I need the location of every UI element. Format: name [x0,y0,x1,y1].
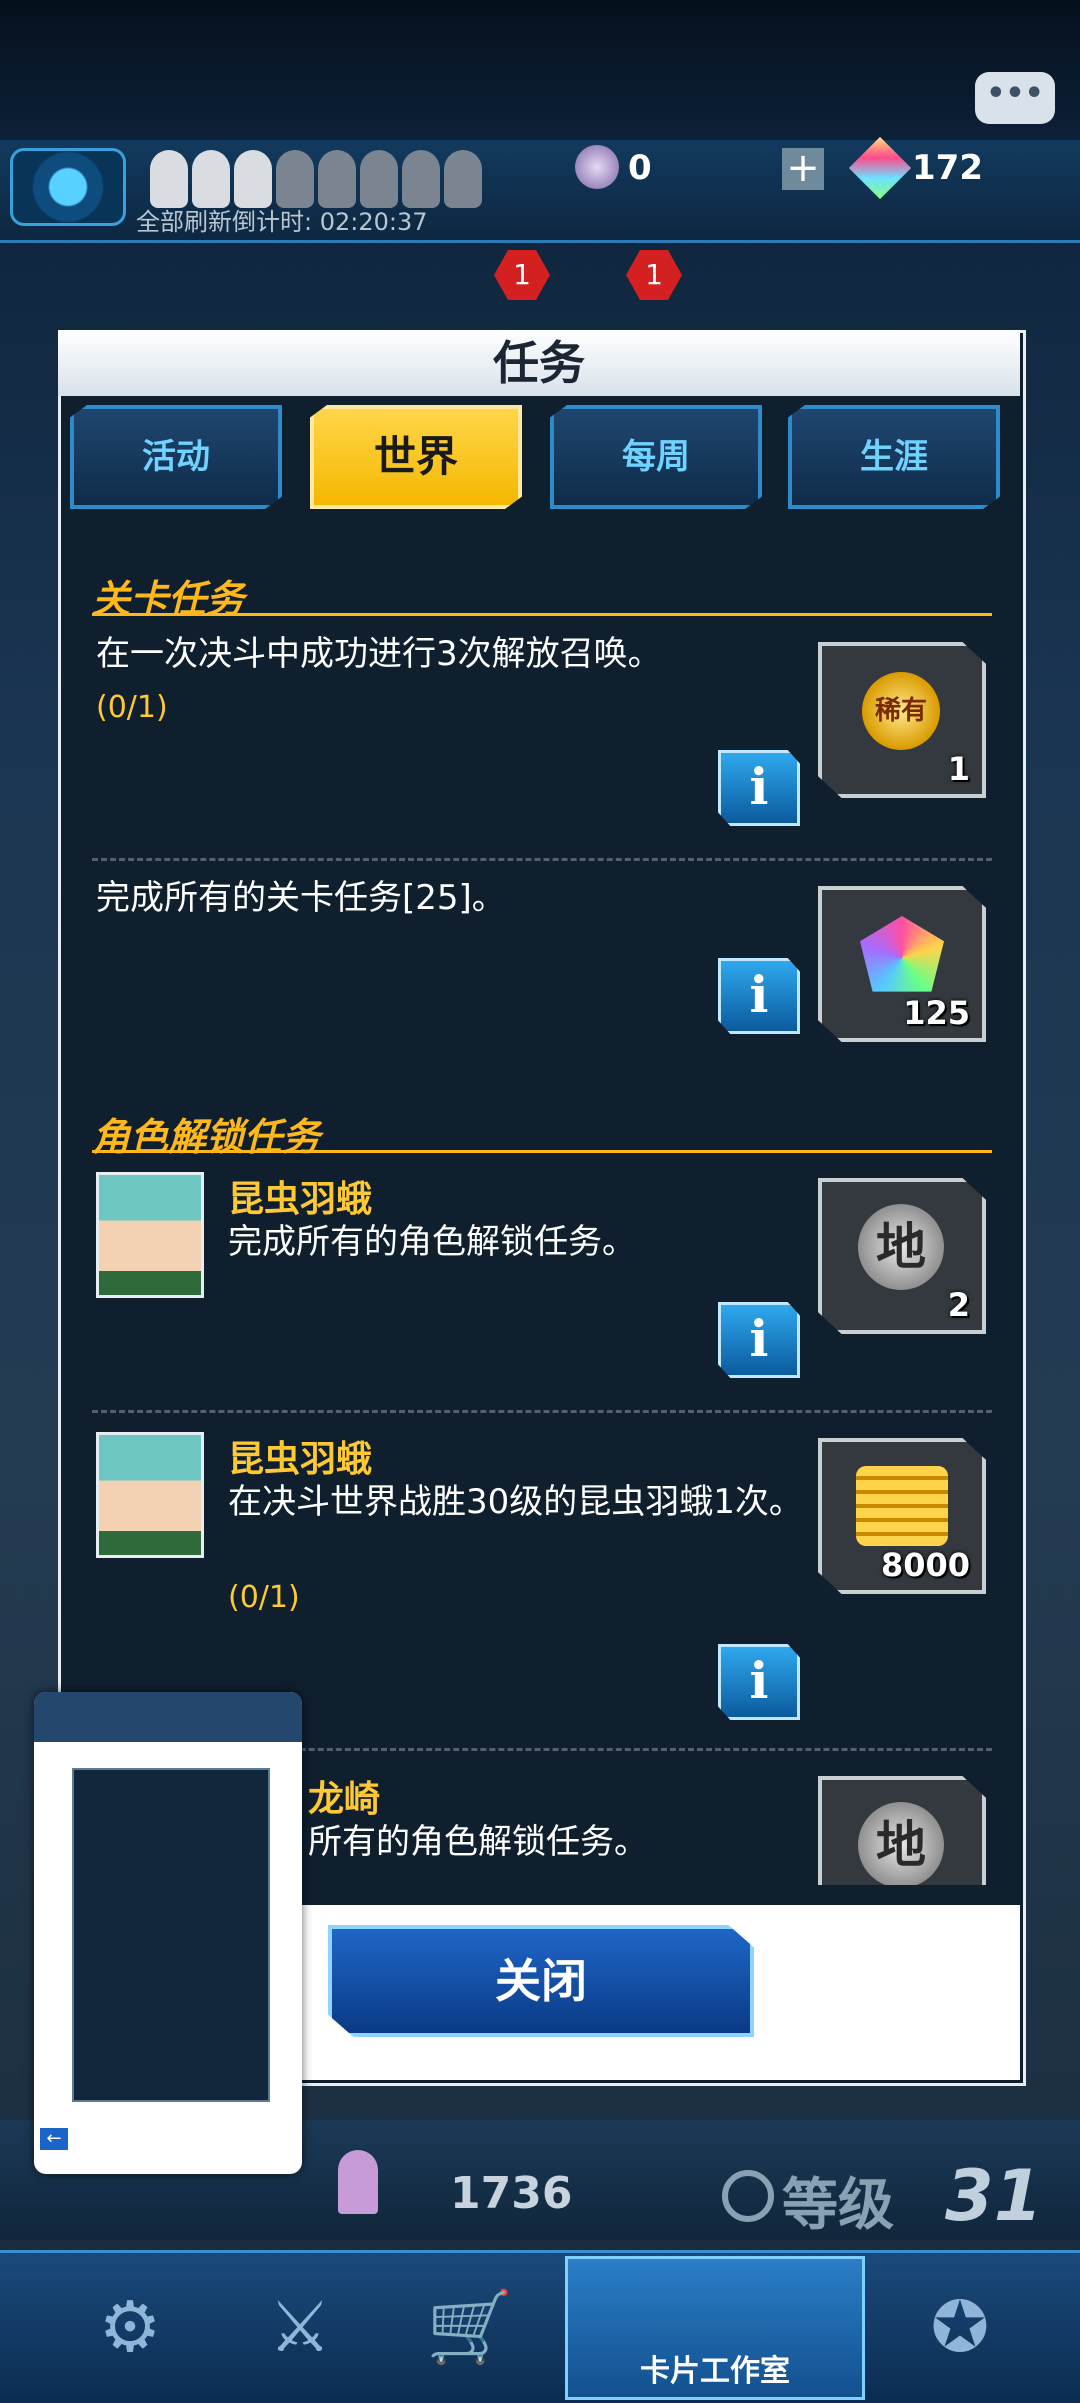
duelist-crowd-icons [150,150,482,208]
nav-label-card-studio: 卡片工作室 [640,2354,790,2389]
mission-separator [92,858,992,861]
orb-currency-value: 0 [628,148,652,188]
mission-description: 完成所有的关卡任务[25]。 [96,878,506,918]
character-portrait [96,1172,204,1298]
chat-icon[interactable]: ••• [975,72,1055,124]
crystal-gem-icon [860,916,944,992]
reward-box[interactable]: 125 [818,886,986,1042]
reward-box[interactable]: 地 [818,1776,986,1885]
shop-cart-icon[interactable]: 🛒 [400,2262,540,2392]
tab-weekly[interactable]: 每周 [550,405,762,509]
reward-quantity: 1 [947,750,970,788]
character-name: 昆虫羽蛾 [228,1439,373,1480]
mission-description: 在决斗世界战胜30级的昆虫羽蛾1次。 [228,1482,803,1522]
mission-progress: (0/1) [96,690,168,725]
world-globe-icon[interactable] [10,148,126,226]
notification-badge: 1 [494,250,550,300]
mission-progress: (0/1) [228,1580,300,1615]
dialog-title: 任务 [493,336,585,390]
reward-box[interactable]: 稀有 1 [818,642,986,798]
person-icon [444,150,482,208]
earth-attribute-icon: 地 [858,1204,944,1290]
gear-icon[interactable]: ⚙ [60,2262,200,2392]
level-value: 31 [945,2155,1043,2237]
mission-description: 完成所有的角色解锁任务。 [228,1222,636,1262]
mission-tabs: 活动 世界 每周 生涯 [70,405,1010,515]
refresh-icon [722,2170,774,2222]
orb-currency-icon [575,145,619,189]
key-icon [338,2150,378,2214]
mission-description: 在一次决斗中成功进行3次解放召唤。 [96,634,662,674]
status-bar [0,0,1080,140]
character-portrait [96,1432,204,1558]
player-count-value: 1736 [450,2168,573,2219]
refresh-countdown: 全部刷新倒计时: 02:20:37 [136,208,428,236]
guild-emblem-icon[interactable]: ✪ [890,2262,1030,2392]
reward-quantity: 125 [903,994,970,1032]
section-divider [92,1150,992,1153]
gold-coins-icon [856,1466,948,1546]
close-button[interactable]: 关闭 [328,1925,754,2037]
reward-box[interactable]: 8000 [818,1438,986,1594]
person-icon [402,150,440,208]
tab-event[interactable]: 活动 [70,405,282,509]
pip-preview [72,1768,270,2102]
tab-world[interactable]: 世界 [310,405,522,509]
person-icon [234,150,272,208]
rare-medal-icon: 稀有 [862,672,940,750]
tab-career[interactable]: 生涯 [788,405,1000,509]
person-icon [318,150,356,208]
mission-separator [92,1410,992,1413]
level-label: 等级 [782,2173,894,2238]
reward-box[interactable]: 地 2 [818,1178,986,1334]
reward-quantity: 2 [947,1286,970,1324]
gem-currency-value: 172 [912,148,983,188]
add-currency-icon[interactable]: + [782,148,824,190]
section-divider [92,613,992,616]
duel-swords-icon[interactable]: ⚔ [230,2262,370,2392]
info-button[interactable]: i [718,958,800,1034]
info-button[interactable]: i [718,750,800,826]
pip-toolbar [34,1692,302,1742]
info-button[interactable]: i [718,1302,800,1378]
mission-list[interactable]: 关卡任务 在一次决斗中成功进行3次解放召唤。 (0/1) i 稀有 1 完成所有… [62,520,1014,1885]
character-name: 昆虫羽蛾 [228,1179,373,1220]
character-name: 龙崎 [308,1779,381,1820]
notification-badge: 1 [626,250,682,300]
person-icon [276,150,314,208]
person-icon [360,150,398,208]
info-button[interactable]: i [718,1644,800,1720]
reward-quantity: 8000 [880,1546,970,1584]
person-icon [192,150,230,208]
earth-attribute-icon: 地 [858,1802,944,1885]
mission-description: 所有的角色解锁任务。 [308,1822,648,1862]
back-arrow-icon[interactable]: ← [40,2128,68,2150]
person-icon [150,150,188,208]
